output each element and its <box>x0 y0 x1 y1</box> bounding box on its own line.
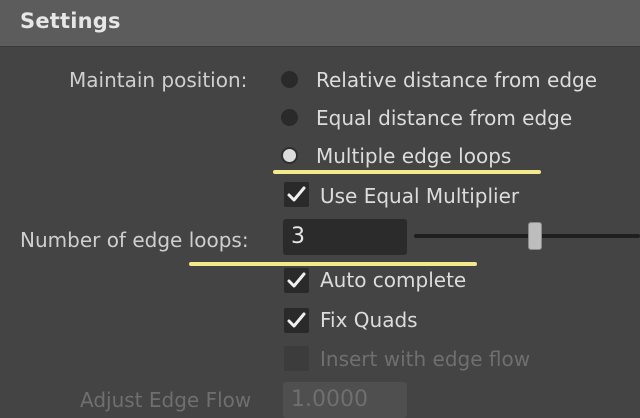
use-equal-multiplier-checkbox[interactable] <box>284 182 309 207</box>
highlight-underline-multiple-edge-loops <box>273 170 541 174</box>
adjust-edge-flow-field[interactable]: 1.0000 <box>283 382 407 418</box>
use-equal-multiplier-label[interactable]: Use Equal Multiplier <box>320 184 519 208</box>
number-of-edge-loops-field[interactable]: 3 <box>283 219 407 255</box>
insert-with-edge-flow-label: Insert with edge flow <box>320 347 531 371</box>
radio-multiple-edge-loops[interactable] <box>281 147 298 164</box>
radio-equal-distance-label[interactable]: Equal distance from edge <box>316 106 572 130</box>
checkmark-icon <box>287 186 306 202</box>
auto-complete-label[interactable]: Auto complete <box>320 268 466 292</box>
adjust-edge-flow-label: Adjust Edge Flow <box>80 388 252 412</box>
edge-loops-slider-track[interactable] <box>414 234 640 238</box>
checkmark-icon <box>287 272 306 288</box>
highlight-underline-number-of-edge-loops <box>189 262 477 266</box>
radio-equal-distance[interactable] <box>281 109 298 126</box>
radio-multiple-edge-loops-label[interactable]: Multiple edge loops <box>316 144 511 168</box>
edge-loops-slider-handle[interactable] <box>528 222 542 250</box>
insert-with-edge-flow-checkbox[interactable] <box>284 346 309 371</box>
settings-header[interactable]: Settings <box>0 0 640 47</box>
fix-quads-checkbox[interactable] <box>284 308 309 333</box>
radio-relative-distance[interactable] <box>281 71 298 88</box>
fix-quads-label[interactable]: Fix Quads <box>320 308 418 332</box>
number-of-edge-loops-label: Number of edge loops: <box>20 228 249 252</box>
auto-complete-checkbox[interactable] <box>284 268 309 293</box>
section-title: Settings <box>20 9 121 33</box>
maintain-position-label: Maintain position: <box>69 68 248 92</box>
checkmark-icon <box>287 312 306 328</box>
radio-relative-distance-label[interactable]: Relative distance from edge <box>316 68 597 92</box>
